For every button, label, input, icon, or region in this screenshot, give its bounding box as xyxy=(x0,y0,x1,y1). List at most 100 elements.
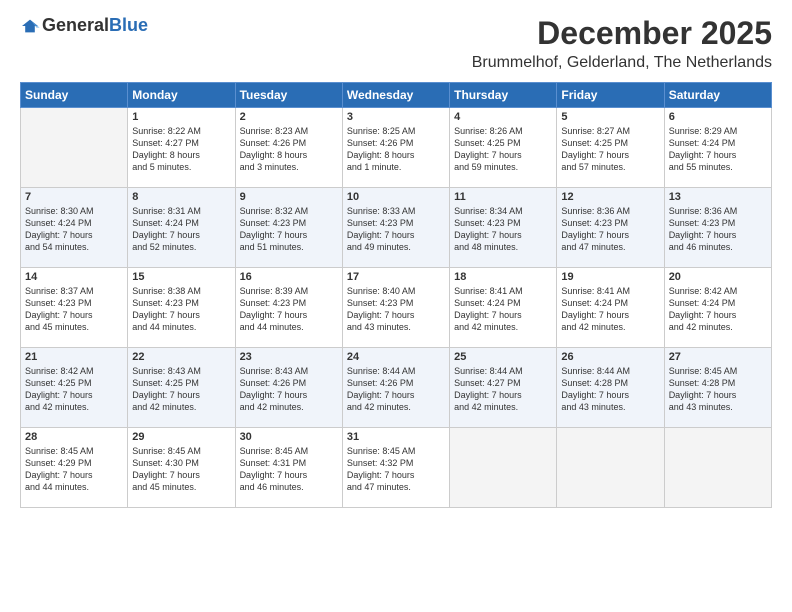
day-number: 8 xyxy=(132,191,230,203)
table-row: 4Sunrise: 8:26 AMSunset: 4:25 PMDaylight… xyxy=(450,108,557,188)
table-row: 31 Sunrise: 8:45 AMSunset: 4:32 PMDayligh… xyxy=(342,428,449,508)
table-row: 16Sunrise: 8:39 AMSunset: 4:23 PMDayligh… xyxy=(235,268,342,348)
day-info: Sunrise: 8:45 AMSunset: 4:29 PMDaylight:… xyxy=(25,445,123,494)
day-info: Sunrise: 8:33 AMSunset: 4:23 PMDaylight:… xyxy=(347,205,445,254)
location-title: Brummelhof, Gelderland, The Netherlands xyxy=(472,54,772,72)
day-number: 3 xyxy=(347,111,445,123)
table-row: 14 Sunrise: 8:37 AMSunset: 4:23 PMDayligh… xyxy=(21,268,128,348)
day-number: 17 xyxy=(347,271,445,283)
calendar-header-row: Sunday Monday Tuesday Wednesday Thursday… xyxy=(21,83,772,108)
day-number: 16 xyxy=(240,271,338,283)
table-row: 7 Sunrise: 8:30 AMSunset: 4:24 PMDaylight… xyxy=(21,188,128,268)
calendar-week-row: 28 Sunrise: 8:45 AMSunset: 4:29 PMDayligh… xyxy=(21,428,772,508)
day-info: Sunrise: 8:34 AMSunset: 4:23 PMDaylight:… xyxy=(454,205,552,254)
day-number: 28 xyxy=(25,431,123,443)
day-info: Sunrise: 8:40 AMSunset: 4:23 PMDaylight:… xyxy=(347,285,445,334)
day-info: Sunrise: 8:45 AMSunset: 4:32 PMDaylight:… xyxy=(347,445,445,494)
day-info: Sunrise: 8:37 AMSunset: 4:23 PMDaylight:… xyxy=(25,285,123,334)
day-info: Sunrise: 8:43 AMSunset: 4:25 PMDaylight:… xyxy=(132,365,230,414)
table-row: 21Sunrise: 8:42 AMSunset: 4:25 PMDayligh… xyxy=(21,348,128,428)
table-row: 9Sunrise: 8:32 AMSunset: 4:23 PMDaylight… xyxy=(235,188,342,268)
day-info: Sunrise: 8:23 AMSunset: 4:26 PMDaylight:… xyxy=(240,125,338,174)
table-row: 24Sunrise: 8:44 AMSunset: 4:26 PMDayligh… xyxy=(342,348,449,428)
day-info: Sunrise: 8:38 AMSunset: 4:23 PMDaylight:… xyxy=(132,285,230,334)
day-info: Sunrise: 8:29 AMSunset: 4:24 PMDaylight:… xyxy=(669,125,767,174)
calendar-week-row: 7 Sunrise: 8:30 AMSunset: 4:24 PMDaylight… xyxy=(21,188,772,268)
table-row: 23 Sunrise: 8:43 AMSunset: 4:26 PMDayligh… xyxy=(235,348,342,428)
table-row: 29Sunrise: 8:45 AMSunset: 4:30 PMDayligh… xyxy=(128,428,235,508)
table-row xyxy=(664,428,771,508)
day-number: 6 xyxy=(669,111,767,123)
logo-icon xyxy=(20,18,40,34)
col-saturday: Saturday xyxy=(664,83,771,108)
table-row: 15 Sunrise: 8:38 AMSunset: 4:23 PMDayligh… xyxy=(128,268,235,348)
day-info: Sunrise: 8:41 AMSunset: 4:24 PMDaylight:… xyxy=(454,285,552,334)
day-number: 15 xyxy=(132,271,230,283)
table-row xyxy=(450,428,557,508)
calendar-week-row: 14 Sunrise: 8:37 AMSunset: 4:23 PMDayligh… xyxy=(21,268,772,348)
day-number: 25 xyxy=(454,351,552,363)
calendar-week-row: 21Sunrise: 8:42 AMSunset: 4:25 PMDayligh… xyxy=(21,348,772,428)
day-info: Sunrise: 8:22 AMSunset: 4:27 PMDaylight:… xyxy=(132,125,230,174)
table-row: 22Sunrise: 8:43 AMSunset: 4:25 PMDayligh… xyxy=(128,348,235,428)
table-row: 27Sunrise: 8:45 AMSunset: 4:28 PMDayligh… xyxy=(664,348,771,428)
table-row: 5 Sunrise: 8:27 AMSunset: 4:25 PMDaylight… xyxy=(557,108,664,188)
day-number: 11 xyxy=(454,191,552,203)
col-wednesday: Wednesday xyxy=(342,83,449,108)
col-tuesday: Tuesday xyxy=(235,83,342,108)
day-info: Sunrise: 8:45 AMSunset: 4:31 PMDaylight:… xyxy=(240,445,338,494)
table-row: 20 Sunrise: 8:42 AMSunset: 4:24 PMDayligh… xyxy=(664,268,771,348)
day-number: 14 xyxy=(25,271,123,283)
day-info: Sunrise: 8:43 AMSunset: 4:26 PMDaylight:… xyxy=(240,365,338,414)
logo-general-text: General xyxy=(42,15,109,36)
day-info: Sunrise: 8:25 AMSunset: 4:26 PMDaylight:… xyxy=(347,125,445,174)
title-block: December 2025 Brummelhof, Gelderland, Th… xyxy=(472,15,772,72)
day-info: Sunrise: 8:26 AMSunset: 4:25 PMDaylight:… xyxy=(454,125,552,174)
table-row: 19 Sunrise: 8:41 AMSunset: 4:24 PMDayligh… xyxy=(557,268,664,348)
day-number: 23 xyxy=(240,351,338,363)
day-number: 13 xyxy=(669,191,767,203)
day-info: Sunrise: 8:42 AMSunset: 4:24 PMDaylight:… xyxy=(669,285,767,334)
day-number: 10 xyxy=(347,191,445,203)
calendar-table: Sunday Monday Tuesday Wednesday Thursday… xyxy=(20,82,772,508)
logo-blue-text: Blue xyxy=(109,15,148,36)
table-row: 10 Sunrise: 8:33 AMSunset: 4:23 PMDayligh… xyxy=(342,188,449,268)
day-number: 26 xyxy=(561,351,659,363)
day-info: Sunrise: 8:27 AMSunset: 4:25 PMDaylight:… xyxy=(561,125,659,174)
day-number: 29 xyxy=(132,431,230,443)
day-info: Sunrise: 8:36 AMSunset: 4:23 PMDaylight:… xyxy=(561,205,659,254)
page: General Blue December 2025 Brummelhof, G… xyxy=(0,0,792,612)
col-sunday: Sunday xyxy=(21,83,128,108)
day-number: 30 xyxy=(240,431,338,443)
day-number: 7 xyxy=(25,191,123,203)
day-info: Sunrise: 8:30 AMSunset: 4:24 PMDaylight:… xyxy=(25,205,123,254)
day-info: Sunrise: 8:41 AMSunset: 4:24 PMDaylight:… xyxy=(561,285,659,334)
table-row: 2Sunrise: 8:23 AMSunset: 4:26 PMDaylight… xyxy=(235,108,342,188)
table-row: 28 Sunrise: 8:45 AMSunset: 4:29 PMDayligh… xyxy=(21,428,128,508)
day-number: 18 xyxy=(454,271,552,283)
header: General Blue December 2025 Brummelhof, G… xyxy=(20,15,772,72)
table-row xyxy=(557,428,664,508)
day-number: 19 xyxy=(561,271,659,283)
day-info: Sunrise: 8:44 AMSunset: 4:26 PMDaylight:… xyxy=(347,365,445,414)
day-number: 21 xyxy=(25,351,123,363)
table-row: 18 Sunrise: 8:41 AMSunset: 4:24 PMDayligh… xyxy=(450,268,557,348)
logo: General Blue xyxy=(20,15,148,36)
day-number: 20 xyxy=(669,271,767,283)
day-number: 12 xyxy=(561,191,659,203)
table-row: 26Sunrise: 8:44 AMSunset: 4:28 PMDayligh… xyxy=(557,348,664,428)
day-info: Sunrise: 8:36 AMSunset: 4:23 PMDaylight:… xyxy=(669,205,767,254)
calendar-week-row: 1Sunrise: 8:22 AMSunset: 4:27 PMDaylight… xyxy=(21,108,772,188)
table-row xyxy=(21,108,128,188)
table-row: 8Sunrise: 8:31 AMSunset: 4:24 PMDaylight… xyxy=(128,188,235,268)
table-row: 30 Sunrise: 8:45 AMSunset: 4:31 PMDayligh… xyxy=(235,428,342,508)
day-info: Sunrise: 8:32 AMSunset: 4:23 PMDaylight:… xyxy=(240,205,338,254)
table-row: 13 Sunrise: 8:36 AMSunset: 4:23 PMDayligh… xyxy=(664,188,771,268)
day-number: 31 xyxy=(347,431,445,443)
day-info: Sunrise: 8:45 AMSunset: 4:28 PMDaylight:… xyxy=(669,365,767,414)
col-monday: Monday xyxy=(128,83,235,108)
col-thursday: Thursday xyxy=(450,83,557,108)
table-row: 12 Sunrise: 8:36 AMSunset: 4:23 PMDayligh… xyxy=(557,188,664,268)
month-title: December 2025 xyxy=(472,15,772,52)
day-number: 5 xyxy=(561,111,659,123)
